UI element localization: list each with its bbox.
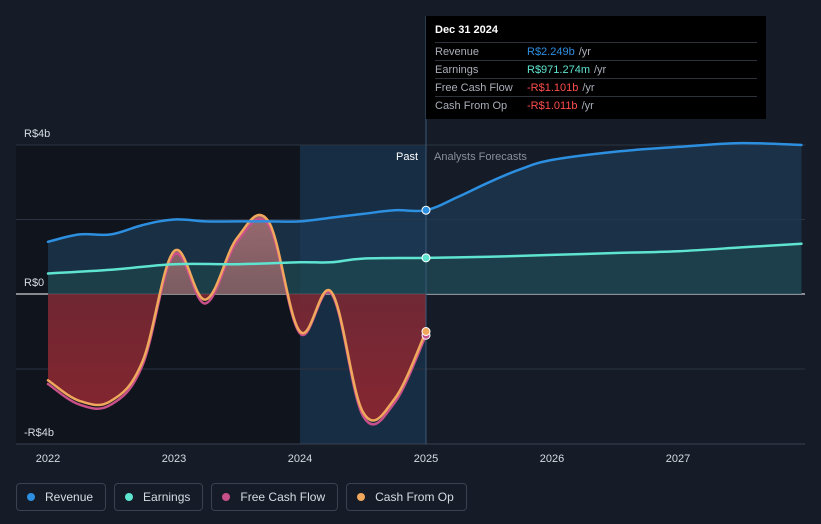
tooltip: Dec 31 2024 Revenue R$2.249b /yr Earning…	[426, 16, 766, 119]
legend-label: Cash From Op	[375, 490, 454, 504]
x-tick-label: 2022	[36, 453, 60, 465]
tooltip-label: Revenue	[435, 45, 480, 58]
tooltip-unit: /yr	[578, 45, 591, 58]
tooltip-unit: /yr	[582, 81, 595, 94]
x-tick-label: 2026	[540, 453, 564, 465]
tooltip-row-earnings: Earnings R$971.274m /yr	[435, 60, 757, 78]
legend-item-revenue[interactable]: Revenue	[16, 483, 107, 511]
tooltip-value: R$971.274m	[527, 63, 590, 76]
legend-label: Earnings	[143, 490, 191, 504]
x-tick-label: 2027	[666, 453, 690, 465]
legend-label: Revenue	[45, 490, 94, 504]
tooltip-row-revenue: Revenue R$2.249b /yr	[435, 42, 757, 60]
legend-dot-icon	[125, 493, 134, 501]
tooltip-unit: /yr	[581, 99, 594, 112]
tooltip-label: Cash From Op	[435, 99, 508, 112]
earnings-dot	[421, 253, 431, 263]
past-label: Past	[396, 151, 418, 163]
revenue-dot	[421, 205, 431, 215]
tooltip-label: Earnings	[435, 63, 479, 76]
x-tick-label: 2025	[414, 453, 438, 465]
y-tick-label: R$4b	[24, 128, 50, 140]
x-tick-label: 2023	[162, 453, 186, 465]
forecast-label: Analysts Forecasts	[434, 151, 527, 163]
tooltip-unit: /yr	[594, 63, 607, 76]
legend-item-cash-from-op[interactable]: Cash From Op	[346, 483, 467, 511]
tooltip-row-free-cash-flow: Free Cash Flow -R$1.101b /yr	[435, 78, 757, 96]
legend-dot-icon	[357, 493, 366, 501]
legend-dot-icon	[222, 493, 231, 501]
y-tick-label: R$0	[24, 277, 44, 289]
tooltip-date: Dec 31 2024	[435, 24, 498, 36]
cash-from-op-dot	[421, 327, 431, 336]
legend-item-free-cash-flow[interactable]: Free Cash Flow	[211, 483, 339, 511]
legend-item-earnings[interactable]: Earnings	[114, 483, 204, 511]
legend-label: Free Cash Flow	[240, 490, 326, 504]
tooltip-row-cash-from-op: Cash From Op -R$1.011b /yr	[435, 96, 757, 114]
tooltip-value: -R$1.101b	[527, 81, 579, 94]
x-tick-label: 2024	[288, 453, 312, 465]
y-tick-label: -R$4b	[24, 427, 54, 439]
legend: Revenue Earnings Free Cash Flow Cash Fro…	[16, 483, 467, 511]
tooltip-label: Free Cash Flow	[435, 81, 513, 94]
tooltip-value: -R$1.011b	[527, 99, 578, 112]
legend-dot-icon	[27, 493, 35, 501]
tooltip-value: R$2.249b	[527, 45, 575, 58]
